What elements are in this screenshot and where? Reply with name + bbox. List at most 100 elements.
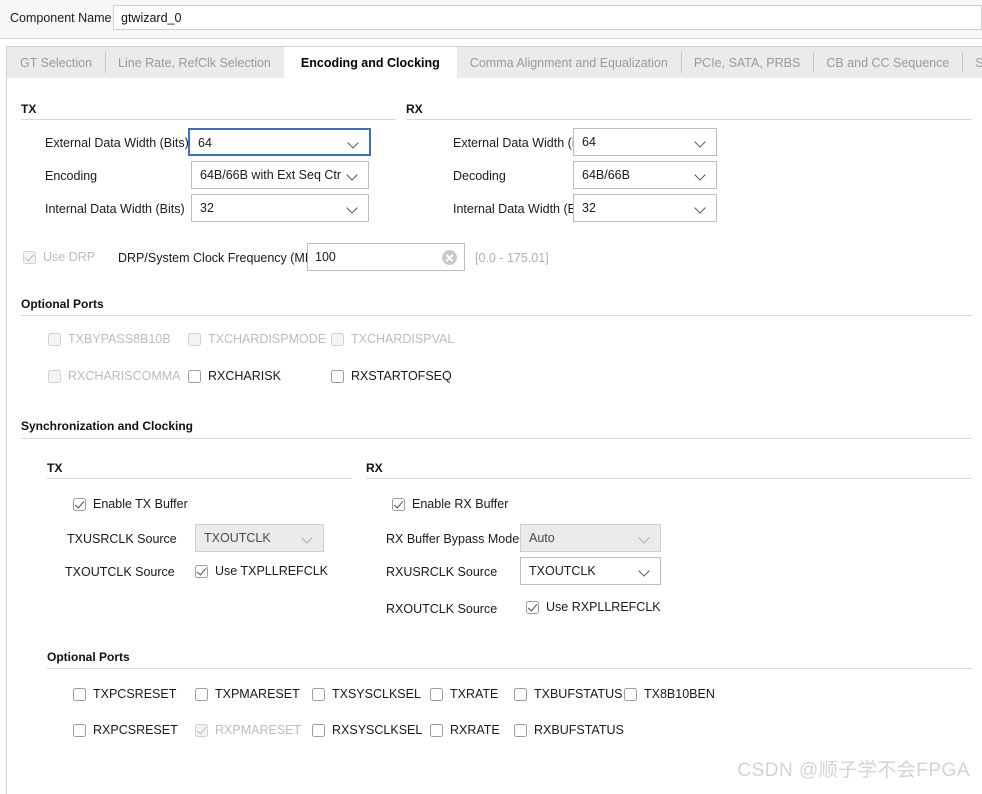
optional-port-txsysclksel[interactable]: TXSYSCLKSEL [312, 687, 421, 701]
chevron-down-icon [348, 170, 359, 181]
optional-port-rxstartofseq[interactable]: RXSTARTOFSEQ [331, 369, 452, 383]
checkbox-label: TXPCSRESET [93, 687, 177, 701]
checkbox-label: RXSYSCLKSEL [332, 723, 423, 737]
checkbox-label: TXBYPASS8B10B [68, 332, 171, 346]
chevron-down-icon [696, 203, 707, 214]
optional-port-rxbufstatus[interactable]: RXBUFSTATUS [514, 723, 624, 737]
checkbox-box [430, 687, 443, 701]
optional-port-rxrate[interactable]: RXRATE [430, 723, 500, 737]
rxusrclk-source-combo[interactable]: TXOUTCLK [520, 557, 661, 585]
drp-frequency-range-hint: [0.0 - 175.01] [475, 251, 549, 265]
checkbox-label: Enable RX Buffer [412, 497, 509, 511]
checkbox-box [73, 497, 86, 511]
checkbox-box [430, 723, 443, 737]
enable-rx-buffer-checkbox[interactable]: Enable RX Buffer [392, 497, 508, 511]
chevron-down-icon [640, 566, 651, 577]
checkbox-label: Use RXPLLREFCLK [546, 600, 661, 614]
chevron-down-icon [696, 137, 707, 148]
tab-gt-selection[interactable]: GT Selection [7, 47, 105, 78]
optional-port-txchardispmode[interactable]: TXCHARDISPMODE [188, 332, 326, 346]
use-rxpllrefclk-checkbox[interactable]: Use RXPLLREFCLK [526, 600, 661, 614]
txusrclk-source-label: TXUSRCLK Source [67, 532, 177, 546]
checkbox-box [312, 687, 325, 701]
tab-pcie-sata-prbs[interactable]: PCIe, SATA, PRBS [680, 47, 814, 78]
checkbox-label: TXRATE [450, 687, 499, 701]
rx-external-data-width-combo[interactable]: 64 [573, 128, 717, 156]
optional-port-txbufstatus[interactable]: TXBUFSTATUS [514, 687, 622, 701]
tab-encoding-and-clocking[interactable]: Encoding and Clocking [283, 47, 457, 78]
rx-internal-data-width-combo[interactable]: 32 [573, 194, 717, 222]
combo-value: 64 [198, 136, 212, 150]
tab-cb-and-cc-sequence[interactable]: CB and CC Sequence [813, 47, 962, 78]
rx-encoding-group-rule [406, 119, 972, 120]
optional-ports-top-rule [21, 315, 972, 316]
chevron-down-icon [349, 138, 360, 149]
sync-clocking-header: Synchronization and Clocking [21, 419, 194, 433]
checkbox-label: RXBUFSTATUS [534, 723, 624, 737]
combo-value: 64 [582, 135, 596, 149]
checkbox-box [312, 723, 325, 737]
use-drp-label: Use DRP [43, 250, 96, 264]
optional-port-rxpmareset[interactable]: RXPMARESET [195, 723, 301, 737]
checkbox-box [48, 369, 61, 383]
optional-port-tx8b10ben[interactable]: TX8B10BEN [624, 687, 715, 701]
rx-buffer-bypass-mode-label: RX Buffer Bypass Mode [386, 532, 520, 546]
combo-value: TXOUTCLK [529, 564, 596, 578]
use-txpllrefclk-checkbox[interactable]: Use TXPLLREFCLK [195, 564, 328, 578]
tab-line-rate-refclk-selection[interactable]: Line Rate, RefClk Selection [105, 47, 284, 78]
checkbox-label: TX8B10BEN [644, 687, 715, 701]
rx-buffer-bypass-mode-combo[interactable]: Auto [520, 524, 661, 552]
checkbox-box [514, 723, 527, 737]
optional-port-rxchariscomma[interactable]: RXCHARISCOMMA [48, 369, 181, 383]
tx-encoding-group-rule [21, 119, 396, 120]
tx-encoding-group-header: TX [21, 102, 37, 116]
tab-label: GT Selection [20, 55, 93, 70]
tab-summary[interactable]: Summary [962, 47, 982, 78]
tab-label: Comma Alignment and Equalization [469, 55, 668, 70]
tx-encoding-combo[interactable]: 64B/66B with Ext Seq Ctr [191, 161, 369, 189]
enable-tx-buffer-checkbox[interactable]: Enable TX Buffer [73, 497, 188, 511]
chevron-down-icon [640, 533, 651, 544]
optional-port-rxcharisk[interactable]: RXCHARISK [188, 369, 281, 383]
tab-label: Encoding and Clocking [300, 55, 440, 70]
tab-comma-alignment-and-equalization[interactable]: Comma Alignment and Equalization [457, 47, 681, 78]
optional-port-rxpcsreset[interactable]: RXPCSRESET [73, 723, 178, 737]
checkbox-label: TXSYSCLKSEL [332, 687, 421, 701]
optional-port-rxsysclksel[interactable]: RXSYSCLKSEL [312, 723, 422, 737]
tab-strip: GT Selection Line Rate, RefClk Selection… [6, 46, 982, 78]
component-name-input[interactable]: gtwizard_0 [113, 5, 982, 30]
clear-icon[interactable] [442, 250, 457, 265]
checkbox-box [195, 564, 208, 578]
tab-label: Line Rate, RefClk Selection [118, 55, 271, 70]
optional-port-txrate[interactable]: TXRATE [430, 687, 498, 701]
chevron-down-icon [348, 203, 359, 214]
encoding-and-clocking-panel: TX External Data Width (Bits) 64 Encodin… [6, 78, 982, 794]
tx-encoding-label: Encoding [45, 169, 98, 183]
txusrclk-source-combo[interactable]: TXOUTCLK [195, 524, 324, 552]
checkbox-label: RXPCSRESET [93, 723, 178, 737]
checkbox-box [48, 332, 61, 346]
checkbox-label: TXPMARESET [215, 687, 300, 701]
rx-decoding-combo[interactable]: 64B/66B [573, 161, 717, 189]
component-name-label: Component Name [10, 11, 112, 25]
checkbox-box [73, 723, 86, 737]
optional-port-txpmareset[interactable]: TXPMARESET [195, 687, 300, 701]
checkbox-box [23, 250, 36, 264]
checkbox-box [195, 723, 208, 737]
rx-decoding-label: Decoding [453, 169, 506, 183]
combo-value: 64B/66B [582, 168, 630, 182]
checkbox-label: Use TXPLLREFCLK [215, 564, 329, 578]
tx-external-data-width-combo[interactable]: 64 [188, 128, 371, 156]
checkbox-label: TXBUFSTATUS [534, 687, 623, 701]
checkbox-label: TXCHARDISPMODE [208, 332, 327, 346]
checkbox-box [624, 687, 637, 701]
tx-internal-data-width-combo[interactable]: 32 [191, 194, 369, 222]
optional-port-txbypass8b10b[interactable]: TXBYPASS8B10B [48, 332, 171, 346]
tab-label: PCIe, SATA, PRBS [693, 55, 801, 70]
combo-value: 32 [200, 201, 214, 215]
checkbox-box [188, 332, 201, 346]
optional-port-txchardispval[interactable]: TXCHARDISPVAL [331, 332, 454, 346]
optional-port-txpcsreset[interactable]: TXPCSRESET [73, 687, 176, 701]
drp-frequency-input[interactable]: 100 [307, 243, 465, 271]
use-drp-checkbox[interactable]: Use DRP [23, 250, 95, 264]
